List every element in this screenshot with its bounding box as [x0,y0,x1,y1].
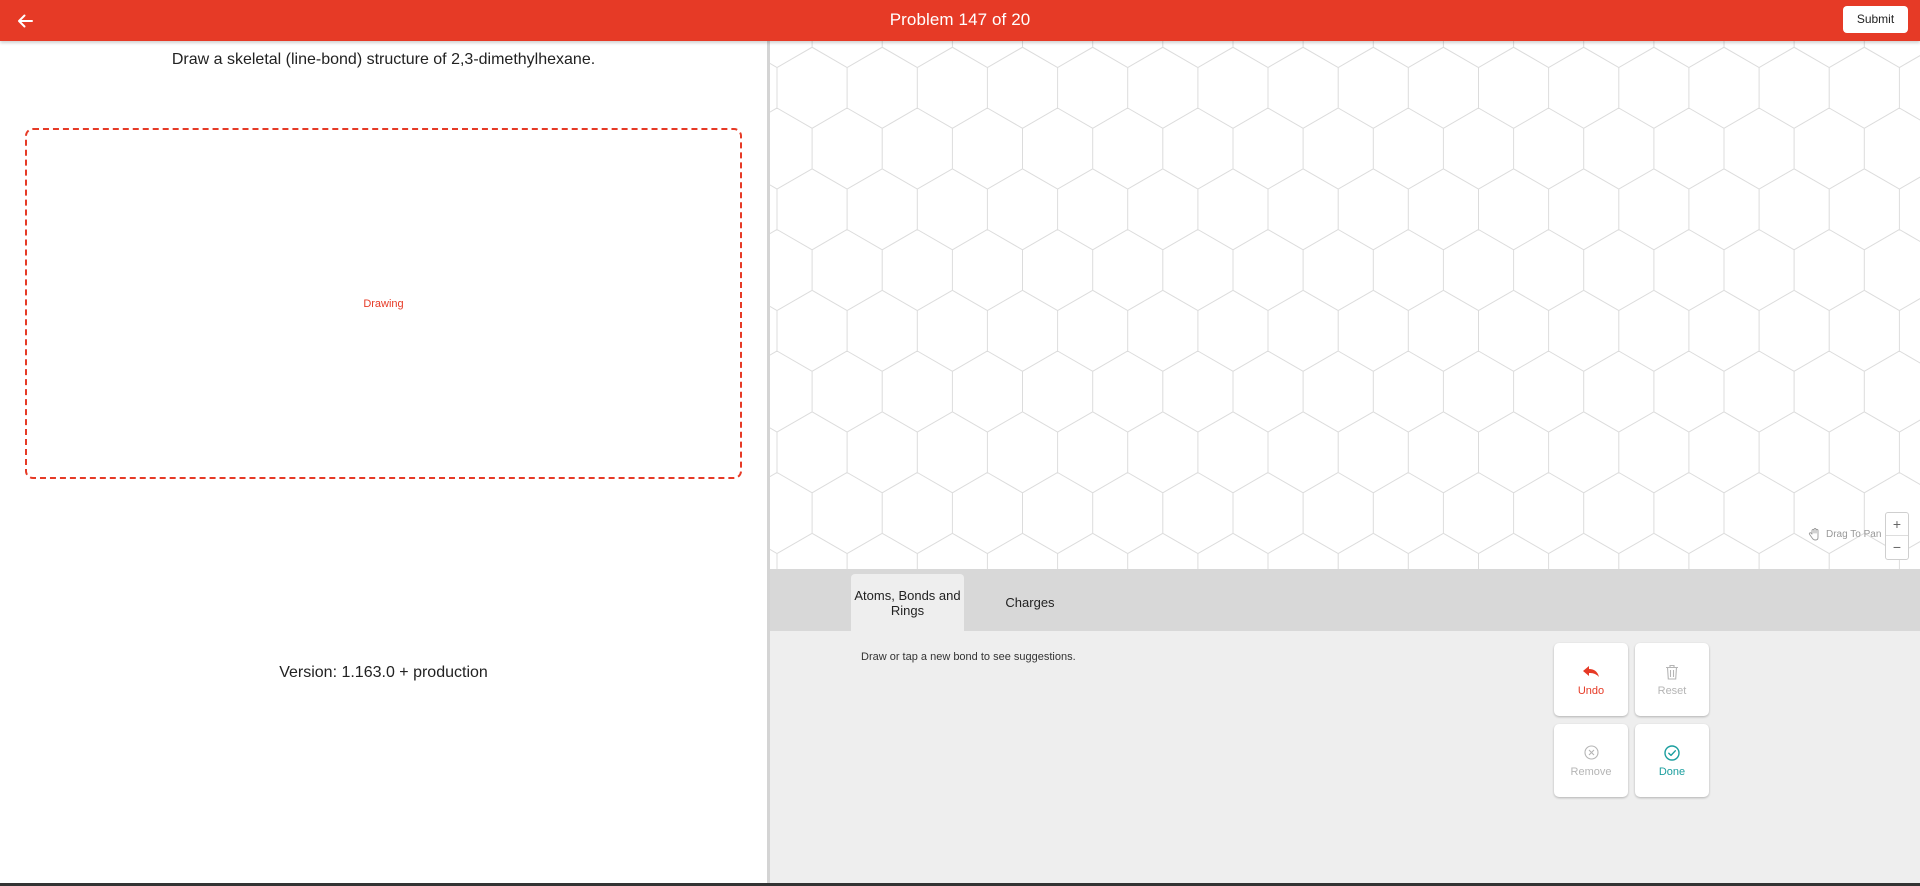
version-text: Version: 1.163.0 + production [279,664,488,681]
remove-button[interactable]: Remove [1554,724,1628,797]
circle-x-icon [1582,744,1600,762]
undo-icon [1582,663,1600,681]
zoom-control: + − [1885,512,1909,560]
top-bar: Problem 147 of 20 Submit [0,0,1920,41]
tool-panel: Atoms, Bonds and Rings Charges Draw or t… [770,569,1920,886]
drawing-label: Drawing [363,297,404,310]
check-circle-icon [1663,744,1681,762]
question-pane: Draw a skeletal (line-bond) structure of… [0,41,767,886]
submit-button[interactable]: Submit [1843,6,1908,33]
undo-label: Undo [1577,684,1605,697]
hexagon-grid [770,41,1920,569]
zoom-in-button[interactable]: + [1886,513,1908,536]
pan-hint-label: Drag To Pan [1826,528,1882,540]
zoom-out-button[interactable]: − [1886,536,1908,559]
hexagon-grid-lines [770,41,1920,569]
hand-icon [1808,528,1819,541]
suggestion-hint: Draw or tap a new bond to see suggestion… [861,651,1076,663]
done-button[interactable]: Done [1635,724,1709,797]
page-title: Problem 147 of 20 [889,10,1031,29]
tab-charges[interactable]: Charges [976,574,1084,631]
reset-button[interactable]: Reset [1635,643,1709,716]
drawing-preview[interactable]: Drawing [25,128,742,479]
pan-hint: Drag To Pan [1808,526,1881,542]
tool-tabs: Atoms, Bonds and Rings Charges [770,569,1920,631]
undo-button[interactable]: Undo [1554,643,1628,716]
drawing-canvas[interactable]: Drag To Pan + − [770,41,1920,569]
done-label: Done [1658,765,1686,778]
tab-atoms-bonds-rings[interactable]: Atoms, Bonds and Rings [851,574,964,631]
trash-icon [1663,663,1681,681]
question-text: Draw a skeletal (line-bond) structure of… [171,51,596,68]
reset-label: Reset [1657,684,1687,697]
remove-label: Remove [1570,765,1612,778]
